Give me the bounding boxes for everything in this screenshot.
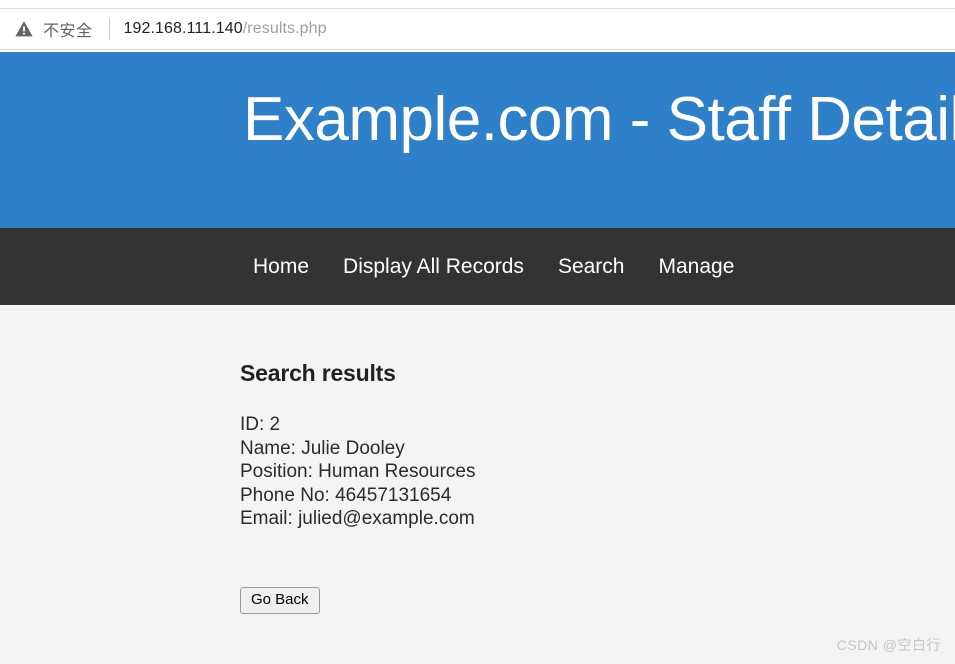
url-path: /results.php xyxy=(242,20,327,37)
browser-address-bar[interactable]: 不安全 192.168.111.140/results.php xyxy=(0,8,955,50)
search-results-heading: Search results xyxy=(240,360,396,386)
site-header-banner: Example.com - Staff Details xyxy=(0,52,955,228)
nav-item-search[interactable]: Search xyxy=(558,255,625,279)
record-field-phone: Phone No: 46457131654 xyxy=(240,484,452,506)
main-navigation: Home Display All Records Search Manage xyxy=(0,228,955,305)
security-label: 不安全 xyxy=(43,23,93,40)
go-back-container: Go Back xyxy=(240,531,955,614)
browser-chrome: 不安全 192.168.111.140/results.php xyxy=(0,0,955,52)
url-host: 192.168.111.140 xyxy=(123,20,243,37)
page-viewport: Example.com - Staff Details Home Display… xyxy=(0,52,955,664)
go-back-button[interactable]: Go Back xyxy=(240,586,320,614)
nav-item-display-all-records[interactable]: Display All Records xyxy=(343,255,524,279)
page-content: Example.com - Staff Details Home Display… xyxy=(0,52,955,664)
staff-record: ID: 2 Name: Julie Dooley Position: Human… xyxy=(240,387,955,531)
omnibox-divider xyxy=(108,18,110,40)
content-area: Search results ID: 2 Name: Julie Dooley … xyxy=(0,305,955,664)
url-text[interactable]: 192.168.111.140/results.php xyxy=(124,20,327,38)
record-field-position: Position: Human Resources xyxy=(240,461,476,482)
nav-item-manage[interactable]: Manage xyxy=(658,255,734,279)
nav-item-home[interactable]: Home xyxy=(253,255,309,279)
site-security-indicator[interactable]: 不安全 xyxy=(14,17,93,41)
record-field-email: Email: julied@example.com xyxy=(240,508,475,529)
warning-triangle-icon xyxy=(14,19,34,39)
record-field-name: Name: Julie Dooley xyxy=(240,437,405,459)
page-title: Example.com - Staff Details xyxy=(243,85,955,154)
record-field-id: ID: 2 xyxy=(240,414,281,435)
